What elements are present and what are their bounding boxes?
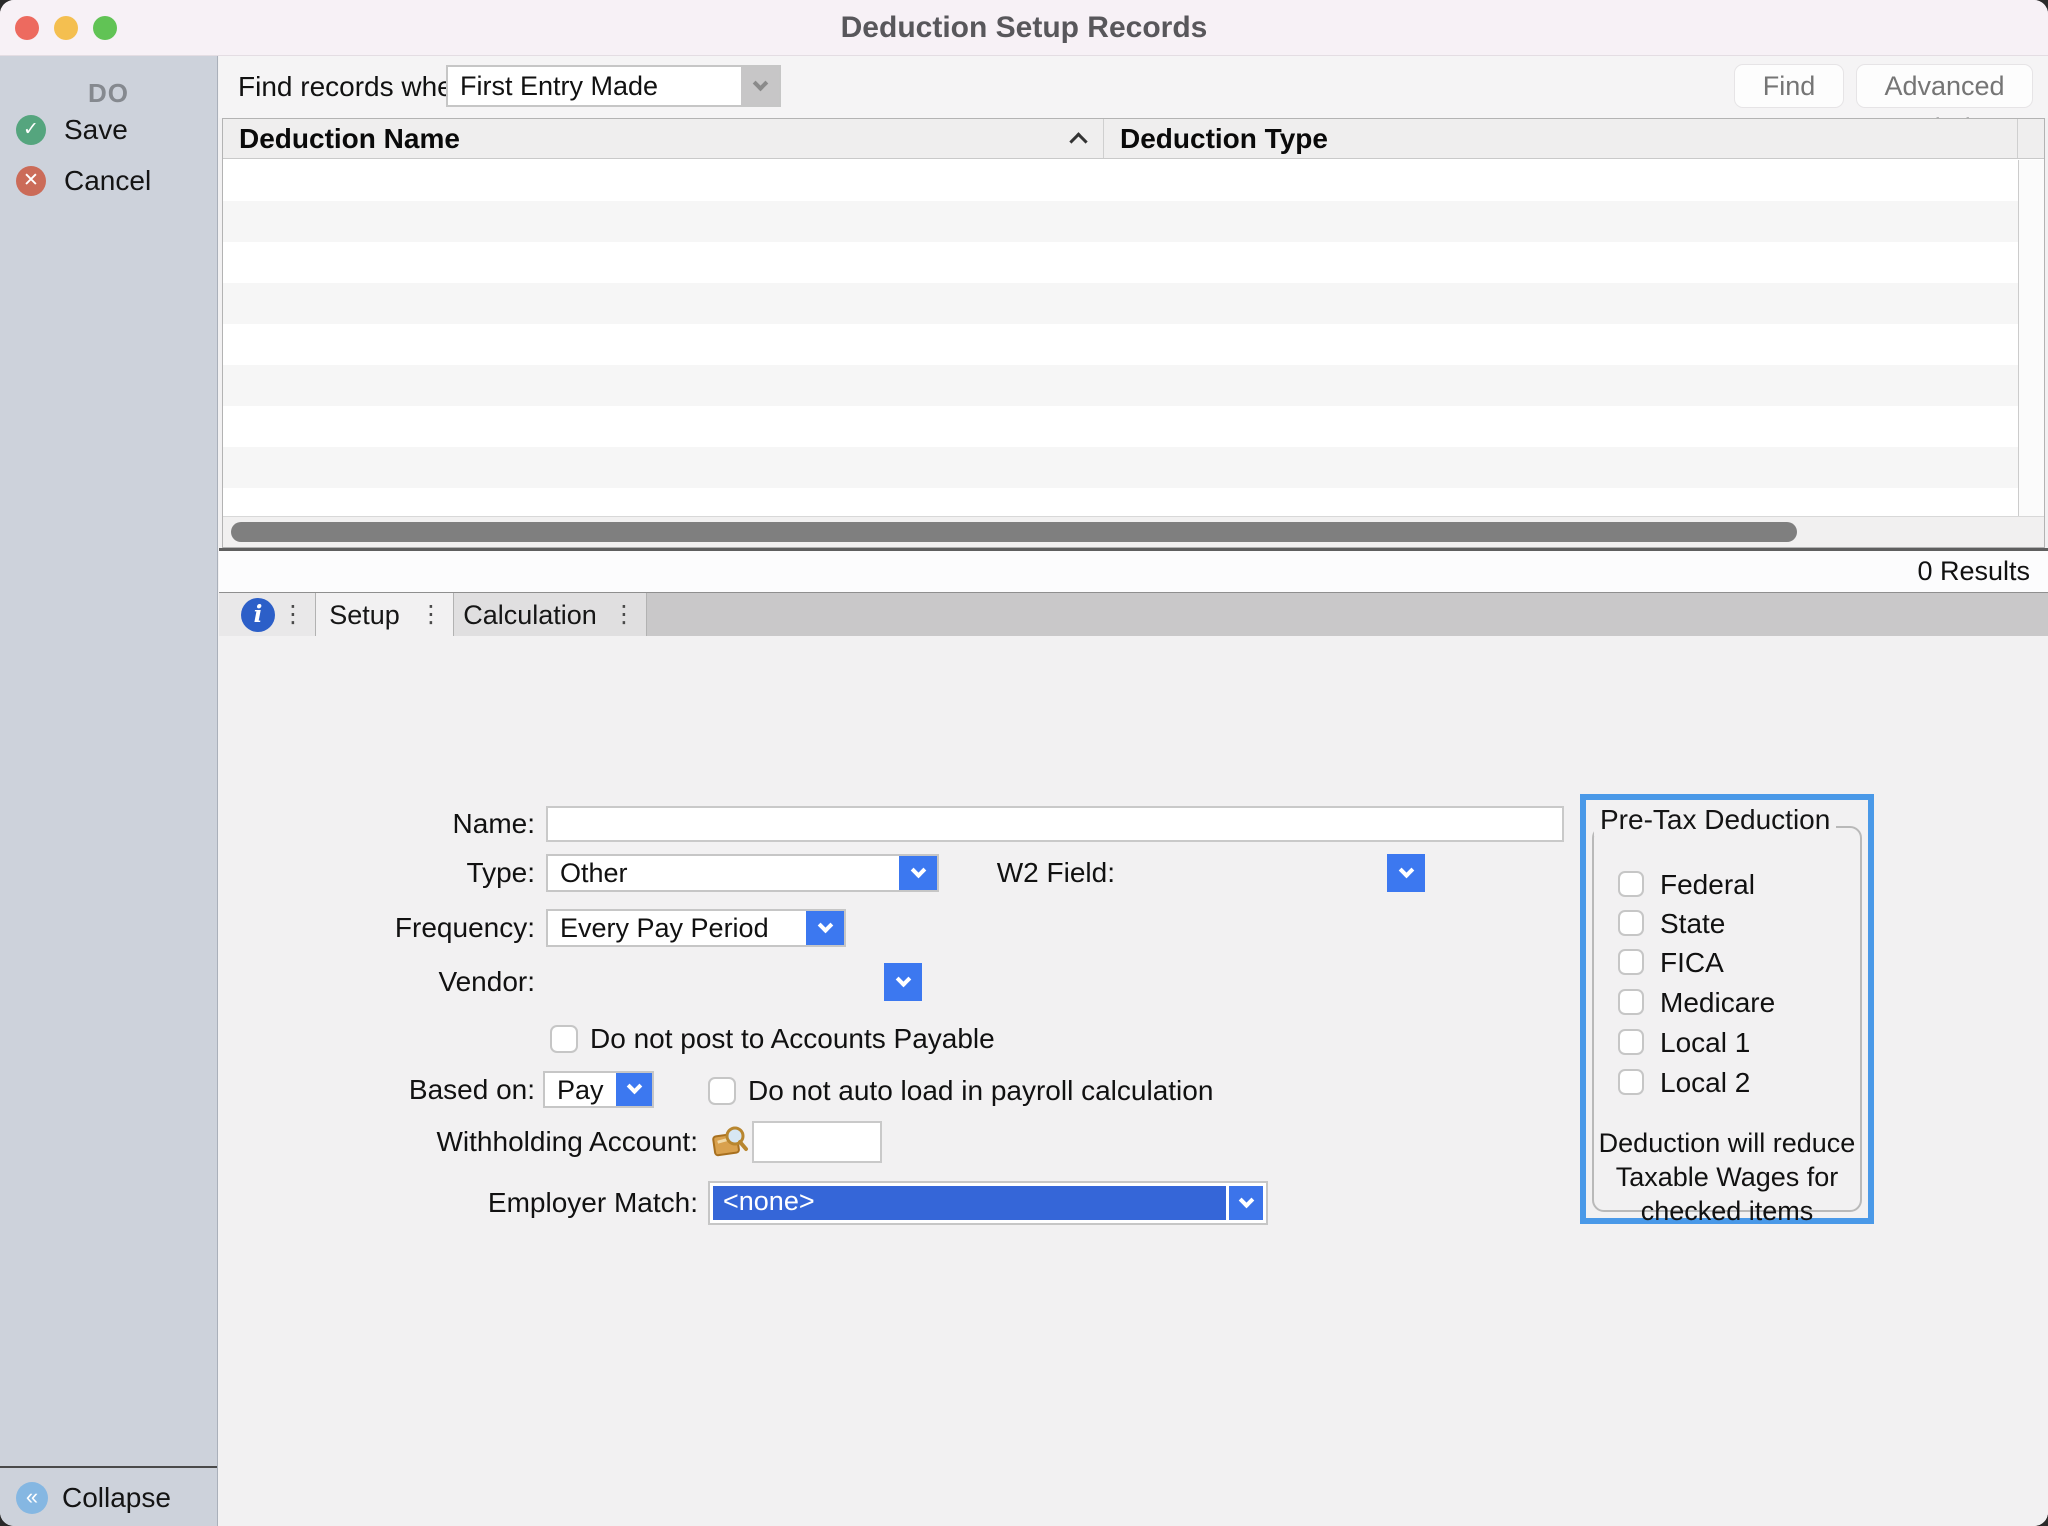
pretax-local1-checkbox[interactable] [1618, 1029, 1644, 1055]
drag-handle-dots-icon[interactable]: ⋮ [419, 593, 443, 637]
pretax-local2-checkbox[interactable] [1618, 1069, 1644, 1095]
vendor-label: Vendor: [219, 963, 535, 1001]
table-row [223, 201, 2044, 242]
chevron-down-icon[interactable] [616, 1073, 652, 1106]
vertical-scrollbar[interactable] [2018, 160, 2044, 516]
type-label: Type: [219, 854, 535, 892]
table-row [223, 488, 2044, 516]
employer-match-dropdown[interactable]: <none> [708, 1181, 1268, 1225]
column-header-deduction-type[interactable]: Deduction Type [1104, 119, 2017, 158]
save-button[interactable]: ✓ Save [0, 108, 217, 152]
sidebar-divider [0, 1466, 217, 1468]
setup-form: Name: Type: Other W2 Field: Frequency: E… [219, 636, 2048, 1526]
advanced-find-button[interactable]: Advanced Find [1856, 64, 2033, 108]
check-icon: ✓ [16, 115, 46, 145]
sidebar-header: DO [0, 78, 217, 109]
frequency-label: Frequency: [219, 909, 535, 947]
find-where-dropdown[interactable]: First Entry Made [446, 65, 781, 107]
table-row [223, 324, 2044, 365]
window-title: Deduction Setup Records [0, 0, 2048, 56]
tab-calculation-label: Calculation [454, 593, 606, 637]
horizontal-scrollbar-thumb[interactable] [231, 522, 1797, 542]
pretax-fica-label: FICA [1660, 948, 1724, 978]
collapse-button[interactable]: « Collapse [0, 1470, 217, 1526]
pretax-local1-label: Local 1 [1660, 1028, 1750, 1058]
find-toolbar: Find records where First Entry Made Find… [219, 56, 2048, 118]
collapse-chevrons-icon: « [16, 1482, 48, 1514]
vendor-dropdown[interactable] [884, 963, 922, 1001]
w2-field-dropdown[interactable] [1387, 854, 1425, 892]
pretax-fica-checkbox[interactable] [1618, 949, 1644, 975]
name-label: Name: [219, 806, 535, 842]
tab-setup[interactable]: Setup ⋮ [316, 593, 454, 636]
app-window: Deduction Setup Records DO ✓ Save ✕ Canc… [0, 0, 2048, 1526]
tab-calculation[interactable]: Calculation ⋮ [454, 593, 647, 636]
do-not-post-ap-checkbox[interactable] [550, 1025, 578, 1053]
x-icon: ✕ [16, 166, 46, 196]
tab-setup-label: Setup [316, 593, 413, 637]
chevron-down-icon[interactable] [806, 911, 844, 945]
chevron-down-icon [1398, 862, 1414, 878]
table-body [223, 160, 2044, 516]
pretax-state-label: State [1660, 909, 1725, 939]
cancel-button[interactable]: ✕ Cancel [0, 159, 217, 203]
table-row [223, 160, 2044, 201]
main-panel: Find records where First Entry Made Find… [219, 56, 2048, 1526]
collapse-label: Collapse [62, 1470, 171, 1526]
scrollbar-corner [2018, 119, 2044, 158]
pretax-local2-label: Local 2 [1660, 1068, 1750, 1098]
frequency-dropdown[interactable]: Every Pay Period [546, 909, 846, 947]
employer-match-value: <none> [713, 1186, 1226, 1220]
employer-match-label: Employer Match: [219, 1181, 698, 1225]
table-row [223, 365, 2044, 406]
chevron-down-icon[interactable] [741, 67, 779, 105]
chevron-down-icon [895, 971, 911, 987]
table-row [223, 447, 2044, 488]
results-table: Deduction Name Deduction Type [222, 118, 2045, 548]
find-where-value: First Entry Made [448, 67, 779, 105]
tab-bar: i ⋮ Setup ⋮ Calculation ⋮ [219, 592, 2048, 636]
w2-field-label: W2 Field: [799, 854, 1115, 892]
find-button[interactable]: Find [1734, 64, 1844, 108]
pretax-legend: Pre-Tax Deduction [1594, 804, 1836, 836]
pretax-federal-checkbox[interactable] [1618, 871, 1644, 897]
titlebar: Deduction Setup Records [0, 0, 2048, 56]
based-on-label: Based on: [219, 1071, 535, 1108]
account-lookup-icon[interactable] [711, 1123, 749, 1161]
table-row [223, 242, 2044, 283]
info-tab-segment[interactable]: i ⋮ [219, 593, 316, 636]
withholding-account-label: Withholding Account: [219, 1121, 698, 1163]
sort-ascending-icon [1069, 132, 1087, 150]
do-not-autoload-checkbox[interactable] [708, 1077, 736, 1105]
withholding-account-input[interactable] [752, 1121, 882, 1163]
frequency-value: Every Pay Period [548, 911, 844, 945]
table-row [223, 406, 2044, 447]
info-icon[interactable]: i [241, 598, 275, 632]
table-row [223, 283, 2044, 324]
sidebar: DO ✓ Save ✕ Cancel « Collapse [0, 56, 218, 1526]
horizontal-scrollbar[interactable] [223, 516, 2044, 547]
pretax-medicare-checkbox[interactable] [1618, 989, 1644, 1015]
find-where-label: Find records where [238, 56, 478, 118]
drag-handle-dots-icon[interactable]: ⋮ [612, 593, 636, 637]
pretax-deduction-group: Pre-Tax Deduction Federal State FICA Med… [1580, 794, 1874, 1224]
pretax-federal-label: Federal [1660, 870, 1755, 900]
column-header-deduction-name[interactable]: Deduction Name [223, 119, 1103, 158]
pretax-note: Deduction will reduce Taxable Wages for … [1586, 1126, 1868, 1228]
based-on-dropdown[interactable]: Pay [543, 1071, 654, 1108]
do-not-post-ap-label: Do not post to Accounts Payable [590, 1025, 995, 1053]
cancel-label: Cancel [64, 159, 151, 203]
pretax-state-checkbox[interactable] [1618, 910, 1644, 936]
drag-handle-dots-icon[interactable]: ⋮ [281, 593, 305, 637]
do-not-autoload-label: Do not auto load in payroll calculation [748, 1077, 1213, 1105]
results-count: 0 Results [219, 551, 2048, 592]
save-label: Save [64, 108, 128, 152]
pretax-medicare-label: Medicare [1660, 988, 1775, 1018]
name-input[interactable] [546, 806, 1564, 842]
table-header-row: Deduction Name Deduction Type [223, 119, 2044, 159]
chevron-down-icon[interactable] [1229, 1186, 1263, 1220]
